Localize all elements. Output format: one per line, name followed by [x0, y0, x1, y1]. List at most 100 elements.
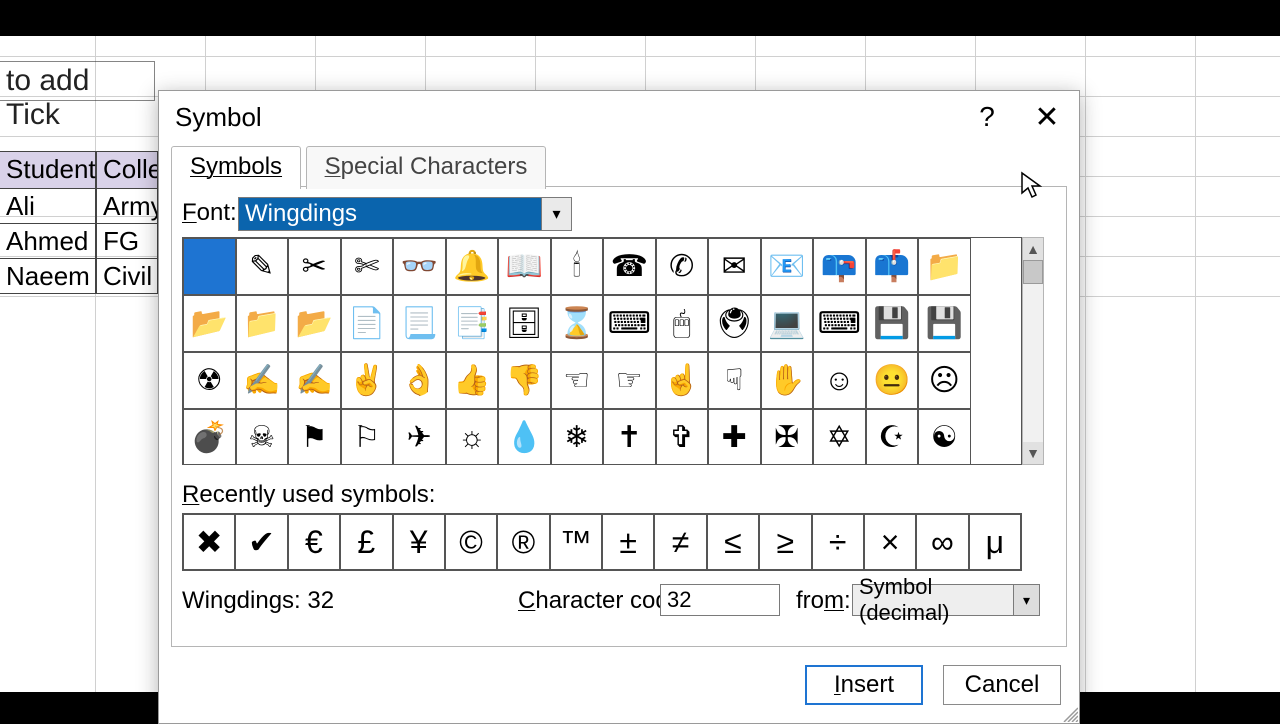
scroll-thumb[interactable]	[1023, 260, 1043, 284]
cell-student-0: Ali	[0, 188, 96, 224]
recent-symbol-cell[interactable]: ✖	[183, 514, 235, 570]
symbol-cell[interactable]: ☺	[813, 352, 866, 409]
recent-symbol-cell[interactable]: ÷	[812, 514, 864, 570]
cell-student-1: Ahmed	[0, 223, 96, 259]
symbol-cell[interactable]: ✍	[236, 352, 289, 409]
symbol-cell[interactable]: ☜	[551, 352, 604, 409]
symbol-cell[interactable]: ✚	[708, 409, 761, 465]
symbol-cell[interactable]: ✞	[656, 409, 709, 465]
tab-symbols[interactable]: Symbols	[171, 146, 301, 189]
recent-symbol-cell[interactable]: €	[288, 514, 340, 570]
recent-symbol-cell[interactable]: ✔	[235, 514, 287, 570]
symbol-cell[interactable]: 👎	[498, 352, 551, 409]
close-button[interactable]: ✕	[1017, 91, 1077, 143]
symbol-cell[interactable]: 💧	[498, 409, 551, 465]
symbol-scrollbar[interactable]: ▲ ▼	[1022, 237, 1044, 465]
cell-college-0: Army	[96, 188, 158, 224]
recent-symbol-cell[interactable]: μ	[969, 514, 1021, 570]
symbol-cell[interactable]: 📑	[446, 295, 499, 352]
dialog-title: Symbol	[175, 102, 262, 133]
symbol-cell[interactable]: ✂	[288, 238, 341, 295]
symbol-cell[interactable]: ✌	[341, 352, 394, 409]
recent-symbol-cell[interactable]: ®	[497, 514, 549, 570]
symbol-cell[interactable]: ✆	[656, 238, 709, 295]
symbol-cell[interactable]: 📖	[498, 238, 551, 295]
symbol-cell[interactable]: ☢	[183, 352, 236, 409]
status-text: Wingdings: 32	[182, 587, 334, 615]
recent-symbol-cell[interactable]: ∞	[916, 514, 968, 570]
recent-symbol-cell[interactable]: ™	[550, 514, 602, 570]
symbol-cell[interactable]: ✎	[236, 238, 289, 295]
symbol-cell[interactable]: 💣	[183, 409, 236, 465]
symbol-cell[interactable]: 💻	[761, 295, 814, 352]
symbol-cell[interactable]: 👍	[446, 352, 499, 409]
symbol-cell[interactable]: ☯	[918, 409, 971, 465]
symbol-cell[interactable]: ☪	[866, 409, 919, 465]
symbol-cell[interactable]: ❄	[551, 409, 604, 465]
symbol-cell[interactable]: ✍	[288, 352, 341, 409]
help-button[interactable]: ?	[957, 91, 1017, 143]
symbol-cell[interactable]: ☟	[708, 352, 761, 409]
symbol-cell[interactable]: 🕯	[551, 238, 604, 295]
tab-symbols-label: Symbols	[190, 153, 282, 180]
symbol-cell[interactable]: 🗄	[498, 295, 551, 352]
symbol-cell[interactable]: ☼	[446, 409, 499, 465]
symbol-cell[interactable]: ☝	[656, 352, 709, 409]
col-header-student: Student	[0, 151, 96, 189]
recent-symbol-cell[interactable]: ¥	[393, 514, 445, 570]
font-dropdown-button[interactable]: ▾	[541, 198, 571, 230]
from-combobox[interactable]: Symbol (decimal) ▾	[852, 584, 1040, 616]
symbol-cell[interactable]: ⌨	[813, 295, 866, 352]
symbol-cell[interactable]: ⚑	[288, 409, 341, 465]
symbol-cell[interactable]: ⌨	[603, 295, 656, 352]
symbol-cell[interactable]: 🖲	[708, 295, 761, 352]
font-combobox[interactable]: Wingdings ▾	[238, 197, 572, 231]
symbol-cell[interactable]: ☹	[918, 352, 971, 409]
charcode-input[interactable]	[660, 584, 780, 616]
scroll-up-button[interactable]: ▲	[1023, 238, 1043, 260]
recent-symbol-cell[interactable]: ©	[445, 514, 497, 570]
symbol-cell[interactable]: 📃	[393, 295, 446, 352]
symbol-cell[interactable]: ⌛	[551, 295, 604, 352]
symbol-cell[interactable]: ☎	[603, 238, 656, 295]
symbol-cell[interactable]: 💾	[918, 295, 971, 352]
symbol-cell[interactable]: 🖱	[656, 295, 709, 352]
symbol-cell[interactable]: 📁	[236, 295, 289, 352]
symbol-cell[interactable]: ⚐	[341, 409, 394, 465]
symbol-cell[interactable]: 📄	[341, 295, 394, 352]
symbol-cell[interactable]: 😐	[866, 352, 919, 409]
symbol-cell[interactable]: 📂	[288, 295, 341, 352]
symbol-cell[interactable]: 💾	[866, 295, 919, 352]
recent-symbol-cell[interactable]: £	[340, 514, 392, 570]
symbol-cell[interactable]: 📁	[918, 238, 971, 295]
from-dropdown-button[interactable]: ▾	[1013, 585, 1039, 615]
symbol-cell[interactable]: 👓	[393, 238, 446, 295]
recent-symbol-cell[interactable]: ×	[864, 514, 916, 570]
symbol-cell[interactable]: 📧	[761, 238, 814, 295]
font-label: Font:	[182, 199, 237, 226]
symbol-cell[interactable]: 📂	[183, 295, 236, 352]
symbol-cell[interactable]: 🔔	[446, 238, 499, 295]
symbol-cell[interactable]: ✋	[761, 352, 814, 409]
recent-symbol-cell[interactable]: ±	[602, 514, 654, 570]
symbol-cell[interactable]: ✄	[341, 238, 394, 295]
symbol-cell[interactable]: ☠	[236, 409, 289, 465]
cancel-button[interactable]: Cancel	[943, 665, 1061, 705]
symbol-cell[interactable]: 📪	[813, 238, 866, 295]
symbol-cell[interactable]: ☞	[603, 352, 656, 409]
symbol-cell[interactable]	[183, 238, 236, 295]
tab-special-characters[interactable]: Special Characters	[306, 146, 547, 189]
symbol-cell[interactable]: 📫	[866, 238, 919, 295]
recent-symbol-cell[interactable]: ≠	[654, 514, 706, 570]
symbol-cell[interactable]: ✝	[603, 409, 656, 465]
recent-symbol-cell[interactable]: ≤	[707, 514, 759, 570]
insert-button[interactable]: Insert	[805, 665, 923, 705]
symbol-cell[interactable]: ✈	[393, 409, 446, 465]
symbol-cell[interactable]: ✡	[813, 409, 866, 465]
scroll-down-button[interactable]: ▼	[1023, 442, 1043, 464]
symbol-cell[interactable]: 👌	[393, 352, 446, 409]
resize-grip-icon[interactable]	[1060, 704, 1078, 722]
recent-symbol-cell[interactable]: ≥	[759, 514, 811, 570]
symbol-cell[interactable]: ✠	[761, 409, 814, 465]
symbol-cell[interactable]: ✉	[708, 238, 761, 295]
